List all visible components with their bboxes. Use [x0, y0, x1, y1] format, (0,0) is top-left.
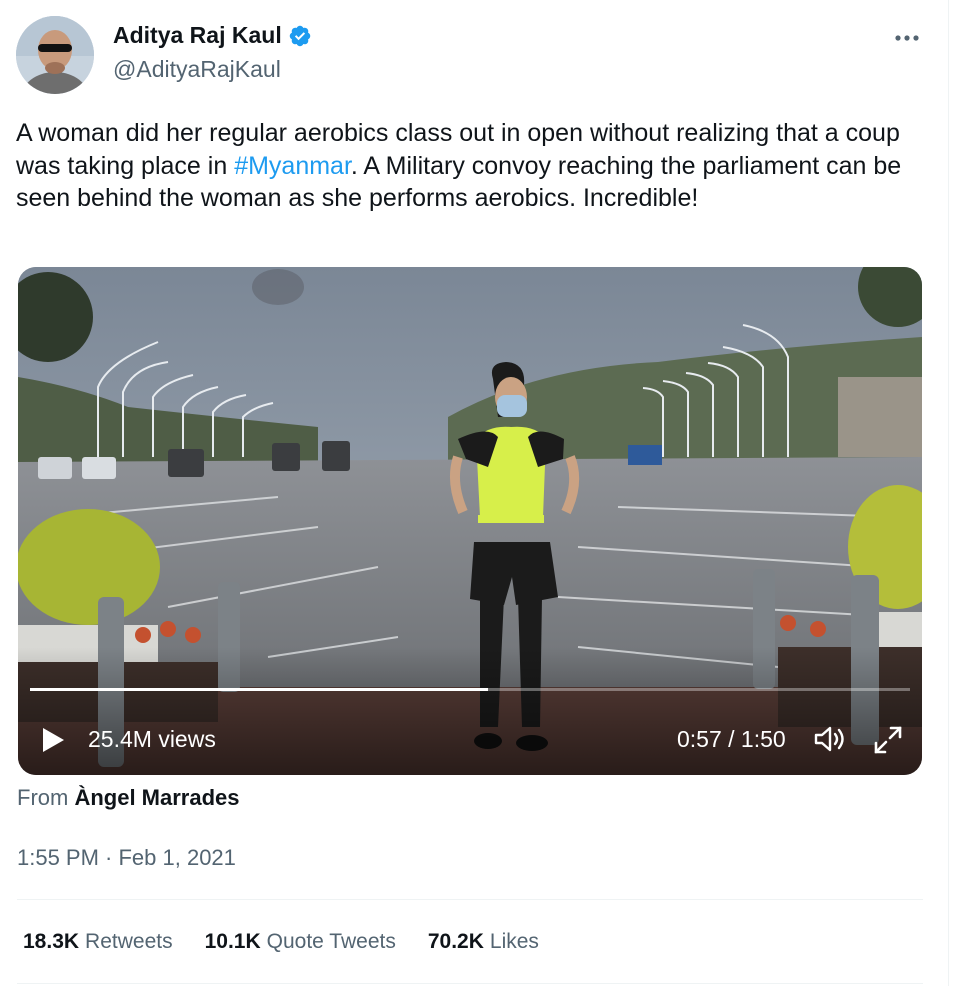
quote-tweets-stat[interactable]: 10.1K Quote Tweets	[205, 930, 396, 954]
tweet-text: A woman did her regular aerobics class o…	[16, 117, 936, 215]
verified-badge-icon	[289, 25, 310, 46]
quote-tweets-label: Quote Tweets	[266, 930, 396, 953]
retweets-count: 18.3K	[23, 930, 80, 953]
video-time: 0:57 / 1:50	[677, 726, 786, 752]
fullscreen-icon	[874, 726, 902, 754]
likes-label: Likes	[489, 930, 539, 953]
more-dots-icon	[895, 35, 919, 41]
fullscreen-button[interactable]	[872, 724, 904, 756]
video-source: From Àngel Marrades	[17, 785, 240, 811]
volume-icon	[814, 726, 844, 752]
from-label: From	[17, 785, 69, 810]
play-icon	[43, 728, 64, 752]
volume-button[interactable]	[813, 724, 847, 754]
play-button[interactable]	[38, 725, 68, 755]
hashtag-link[interactable]: #Myanmar	[234, 152, 351, 180]
video-progress-bar[interactable]	[30, 688, 910, 691]
video-views: 25.4M views	[88, 726, 216, 752]
divider-bottom	[17, 983, 923, 984]
quote-tweets-count: 10.1K	[204, 930, 261, 953]
avatar[interactable]	[16, 16, 94, 94]
likes-count: 70.2K	[427, 930, 484, 953]
tweet-stats: 18.3K Retweets 10.1K Quote Tweets 70.2K Lik…	[23, 930, 539, 954]
video-frame	[18, 267, 922, 775]
avatar-image	[16, 16, 94, 94]
divider	[17, 899, 923, 900]
author-name-text: Aditya Raj Kaul	[113, 22, 282, 48]
likes-stat[interactable]: 70.2K Likes	[428, 930, 539, 954]
from-source-link[interactable]: Àngel Marrades	[74, 785, 239, 810]
retweets-label: Retweets	[85, 930, 173, 953]
retweets-stat[interactable]: 18.3K Retweets	[23, 930, 173, 954]
author-name[interactable]: Aditya Raj Kaul	[113, 22, 312, 49]
author-handle[interactable]: @AdityaRajKaul	[113, 56, 281, 83]
more-button[interactable]	[890, 24, 924, 52]
column-border	[948, 0, 949, 986]
tweet-timestamp[interactable]: 1:55 PM · Feb 1, 2021	[17, 845, 236, 871]
video-progress-fill	[30, 688, 488, 691]
video-player[interactable]: 25.4M views 0:57 / 1:50	[18, 267, 922, 775]
